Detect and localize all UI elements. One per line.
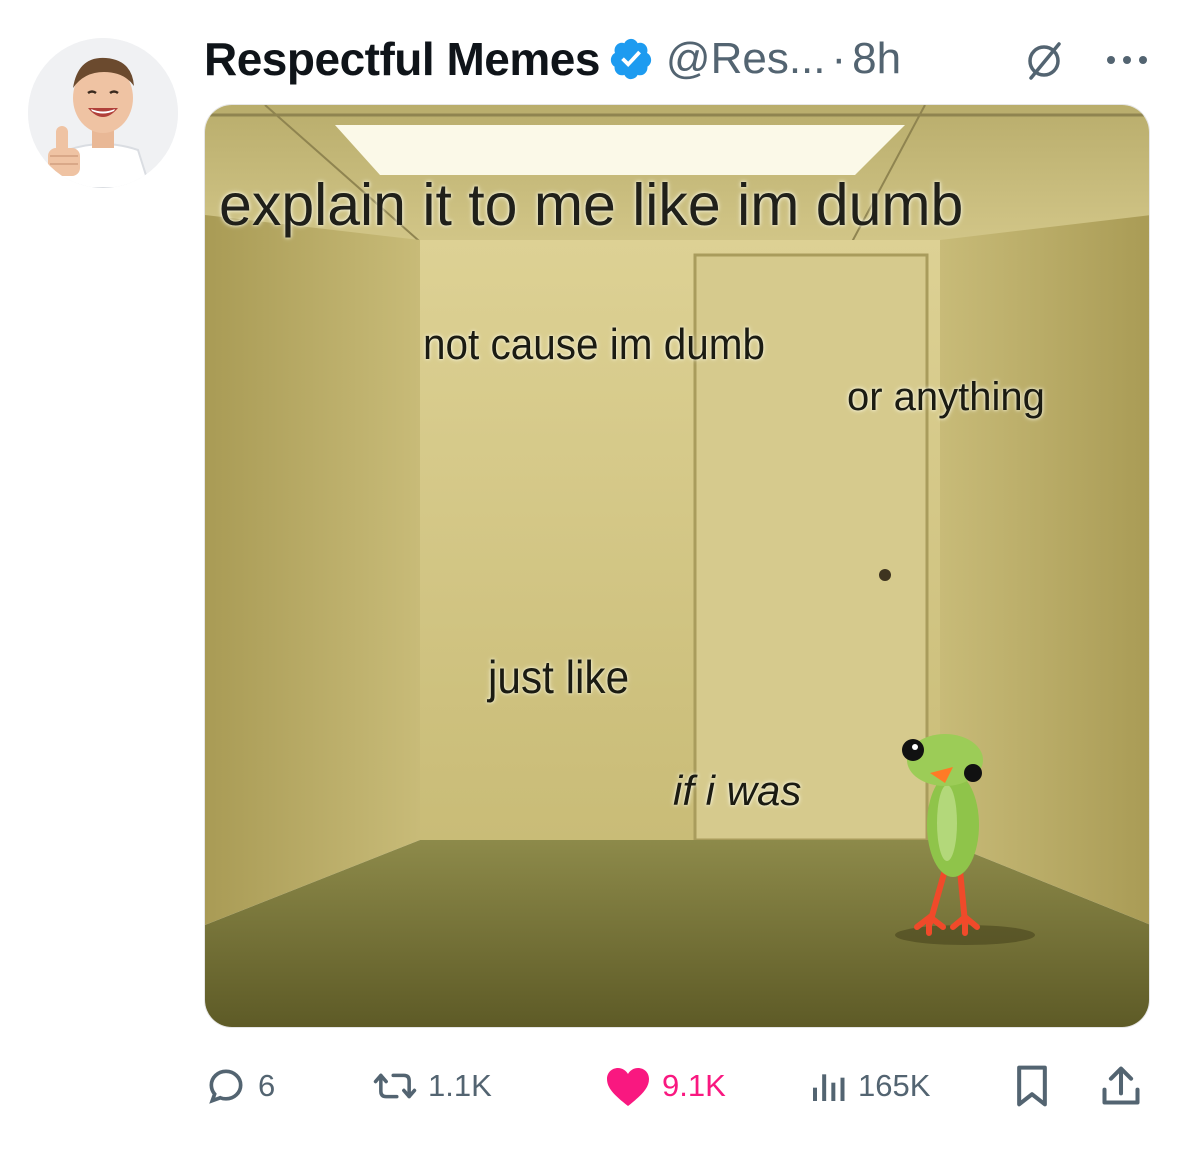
meme-line-1: not cause im dumb	[423, 320, 766, 369]
meme-caption-top: explain it to me like im dumb	[219, 172, 964, 238]
grok-icon[interactable]	[1019, 38, 1069, 84]
backrooms-scene	[205, 105, 1149, 1027]
reply-icon	[209, 1069, 243, 1104]
heart-icon	[607, 1068, 649, 1106]
more-options-icon[interactable]	[1099, 42, 1159, 78]
author-avatar[interactable]	[28, 38, 178, 188]
post-timestamp[interactable]: 8h	[852, 34, 901, 84]
views-button[interactable]: 165K	[808, 1056, 930, 1116]
share-icon	[1102, 1066, 1140, 1105]
view-count: 165K	[858, 1068, 931, 1103]
author-name[interactable]: Respectful Memes	[204, 32, 600, 86]
author-handle[interactable]: @Res...	[666, 34, 826, 84]
reply-button[interactable]: 6	[204, 1056, 275, 1116]
bookmark-icon	[1017, 1065, 1047, 1107]
post-media-image[interactable]: explain it to me like im dumb not cause …	[204, 104, 1150, 1028]
reply-count: 6	[258, 1068, 276, 1103]
verified-badge-icon	[608, 36, 654, 82]
header-separator: ·	[831, 34, 847, 83]
repost-button[interactable]: 1.1K	[372, 1056, 492, 1116]
bookmark-button[interactable]	[1012, 1056, 1052, 1116]
repost-icon	[373, 1073, 417, 1099]
meme-line-4: if i was	[673, 767, 802, 814]
avatar-image	[28, 38, 178, 188]
analytics-icon	[813, 1074, 845, 1101]
action-bar: 6 1.1K 9.1K 165K	[204, 1056, 1150, 1116]
meme-line-2: or anything	[847, 375, 1045, 419]
like-count: 9.1K	[662, 1068, 726, 1103]
like-button[interactable]: 9.1K	[604, 1056, 726, 1116]
repost-count: 1.1K	[428, 1068, 492, 1103]
meme-line-3: just like	[488, 651, 630, 703]
share-button[interactable]	[1100, 1056, 1142, 1116]
post-header: Respectful Memes @Res... · 8h	[204, 28, 1154, 90]
